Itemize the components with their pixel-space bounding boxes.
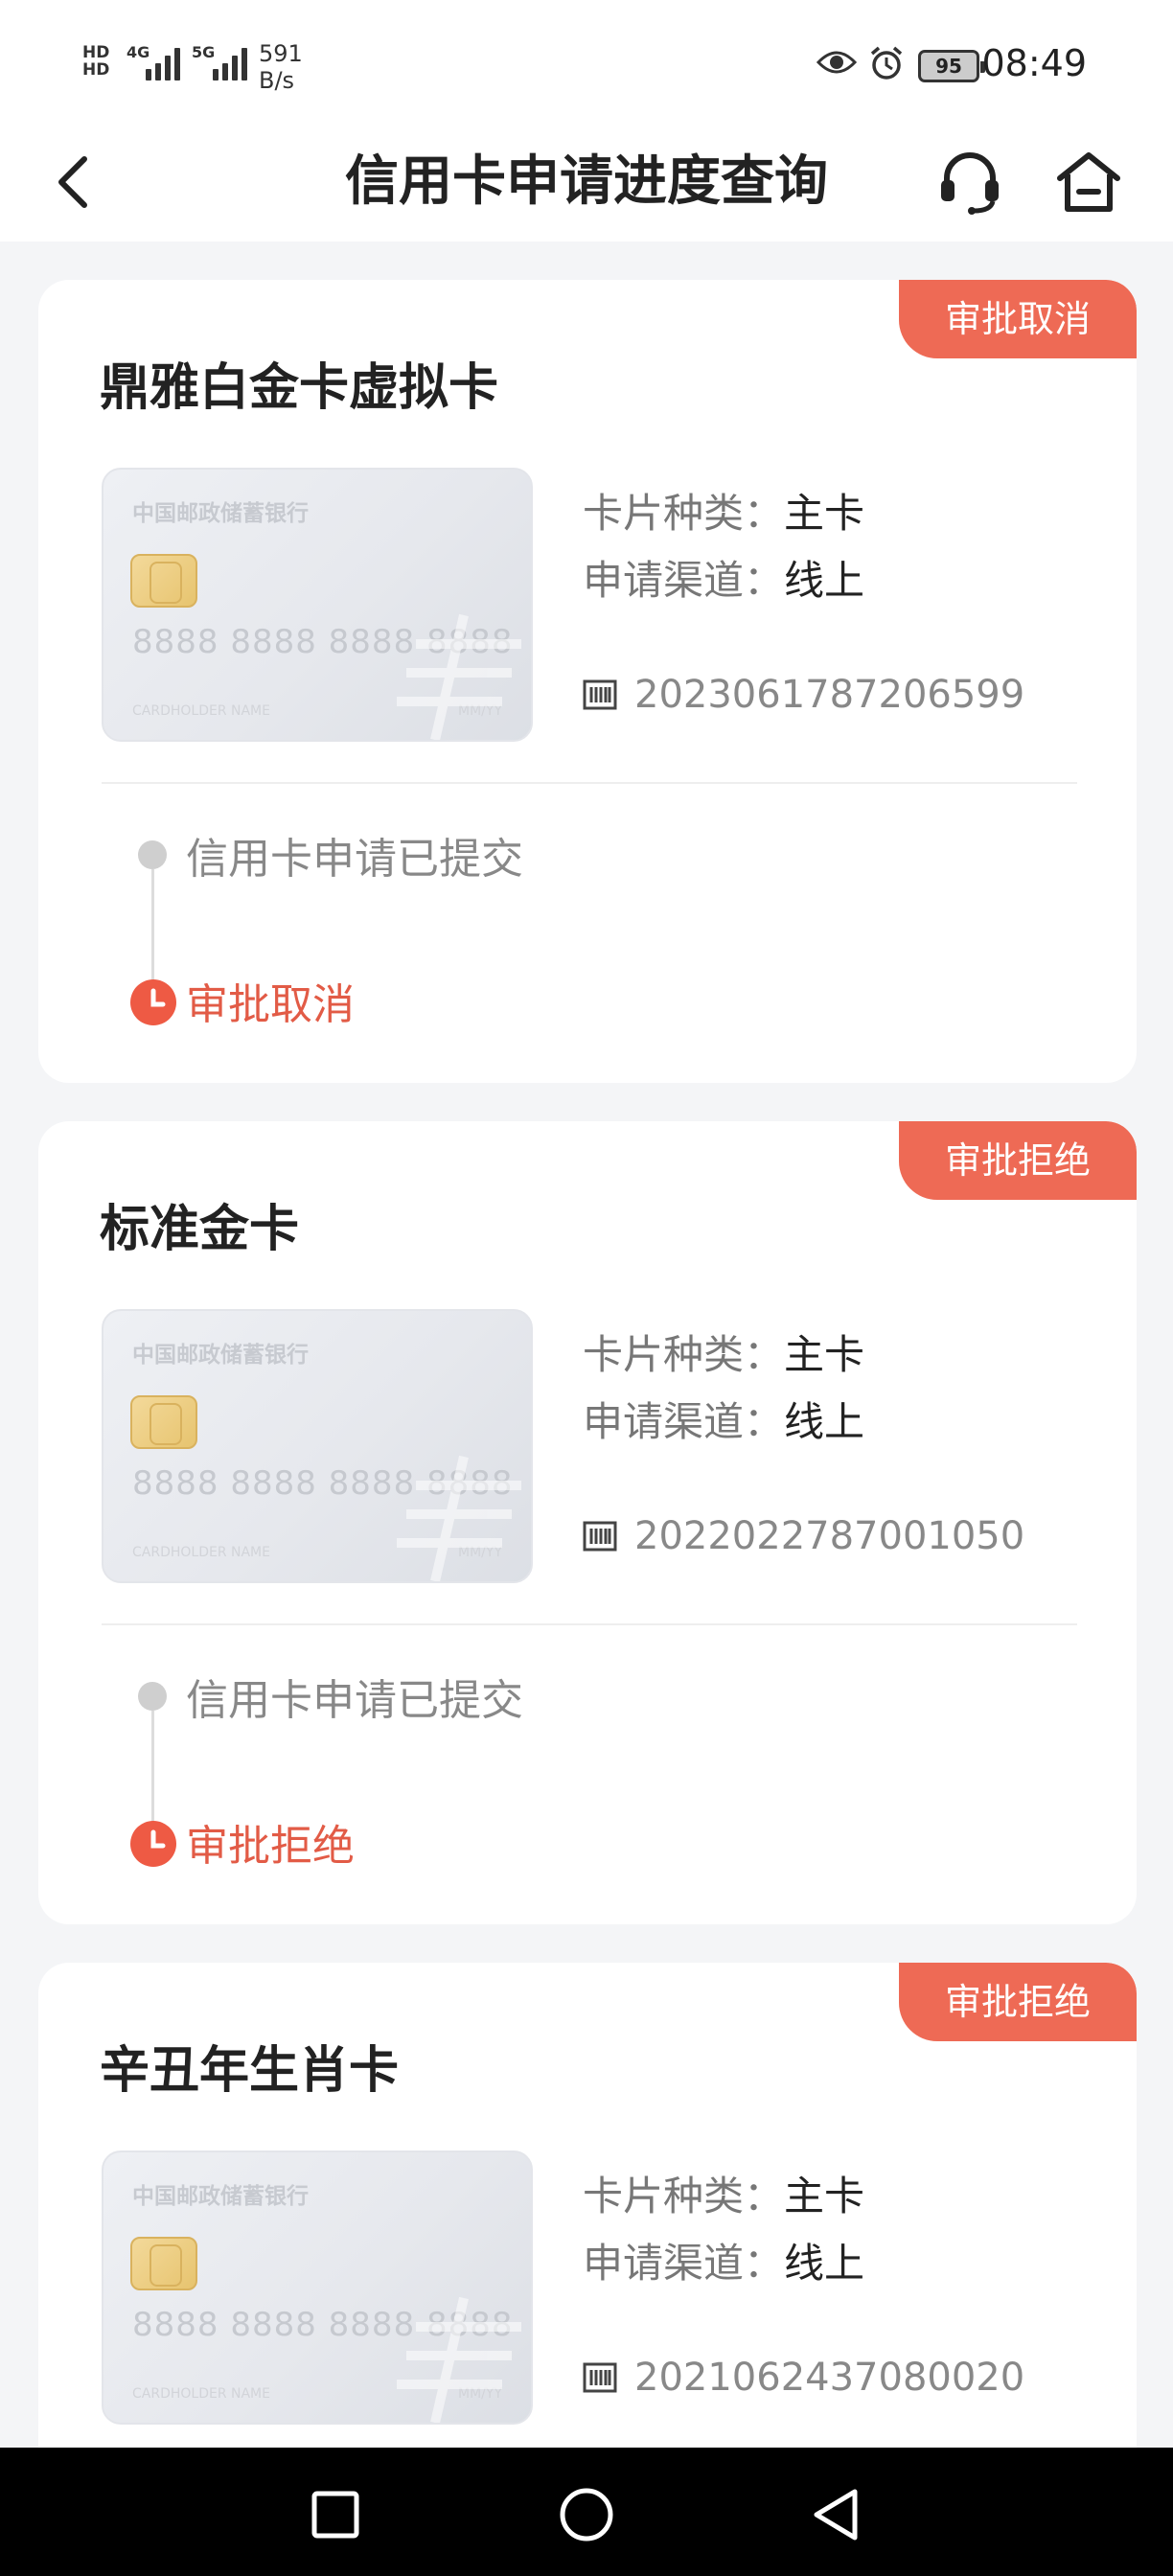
card-product-name: 鼎雅白金卡虚拟卡: [100, 359, 499, 417]
signal-5g-icon: [213, 46, 247, 80]
battery-icon: 95: [918, 50, 985, 82]
timeline-step-submitted: 信用卡申请已提交: [186, 835, 523, 884]
channel-label: 申请渠道：: [583, 2240, 785, 2287]
card-image-holder: CARDHOLDER NAME: [132, 1545, 270, 1560]
application-number-row: 2023061787206599: [583, 673, 1024, 717]
channel-row: 申请渠道：线上: [583, 548, 864, 607]
application-number: 2023061787206599: [634, 673, 1025, 717]
barcode-icon: [583, 2362, 617, 2393]
network-5g-label: 5G: [192, 43, 216, 61]
circle-icon: [560, 2488, 613, 2542]
timeline-line: [151, 1711, 154, 1826]
network-speed: 591 B/s: [259, 40, 303, 94]
card-image: 中国邮政储蓄银行 8888 8888 8888 8888 CARDHOLDER …: [102, 2150, 533, 2425]
signal-4g-icon: [146, 46, 180, 80]
card-image-bank-name: 中国邮政储蓄银行: [132, 501, 309, 526]
application-number-row: 2021062437080020: [583, 2356, 1024, 2400]
divider: [102, 1623, 1077, 1625]
status-badge: 审批拒绝: [899, 1963, 1137, 2041]
customer-service-button[interactable]: [932, 144, 1008, 220]
clock-icon: [130, 979, 176, 1025]
triangle-back-icon: [814, 2489, 858, 2541]
bank-logo-watermark-icon: [397, 1455, 521, 1581]
chip-icon: [130, 1395, 197, 1449]
card-type-row: 卡片种类：主卡: [583, 1322, 864, 1381]
square-icon: [311, 2491, 359, 2539]
status-badge: 审批取消: [899, 280, 1137, 358]
screen: HD HD 4G 5G 591 B/s 95 08:49 信用卡申请进度查询 审…: [0, 0, 1173, 2576]
card-product-name: 辛丑年生肖卡: [100, 2042, 400, 2100]
card-type-label: 卡片种类：: [583, 490, 785, 537]
back-nav-button[interactable]: [797, 2476, 874, 2553]
channel-label: 申请渠道：: [583, 1398, 785, 1445]
alarm-icon: [868, 46, 905, 84]
card-type-row: 卡片种类：主卡: [583, 2164, 864, 2222]
home-button[interactable]: [1050, 144, 1127, 220]
hd-indicator: HD HD: [82, 43, 110, 80]
channel-value: 线上: [784, 2240, 865, 2287]
channel-label: 申请渠道：: [583, 557, 785, 604]
card-type-value: 主卡: [784, 1331, 865, 1378]
card-type-value: 主卡: [784, 2173, 865, 2220]
timeline-line: [151, 869, 154, 984]
clock-icon: [130, 1821, 176, 1867]
card-image-holder: CARDHOLDER NAME: [132, 2386, 270, 2402]
status-badge: 审批拒绝: [899, 1121, 1137, 1200]
timeline-step-submitted: 信用卡申请已提交: [186, 1676, 523, 1725]
timeline-step-result: 审批取消: [186, 980, 355, 1029]
home-nav-button[interactable]: [548, 2476, 625, 2553]
card-image: 中国邮政储蓄银行 8888 8888 8888 8888 CARDHOLDER …: [102, 468, 533, 742]
bank-logo-watermark-icon: [397, 613, 521, 740]
application-card[interactable]: 审批取消 鼎雅白金卡虚拟卡 中国邮政储蓄银行 8888 8888 8888 88…: [38, 280, 1137, 1083]
barcode-icon: [583, 1521, 617, 1552]
channel-row: 申请渠道：线上: [583, 1390, 864, 1448]
card-product-name: 标准金卡: [100, 1201, 300, 1258]
status-bar: HD HD 4G 5G 591 B/s 95 08:49: [0, 0, 1173, 134]
eye-icon: [816, 48, 858, 80]
card-image: 中国邮政储蓄银行 8888 8888 8888 8888 CARDHOLDER …: [102, 1309, 533, 1583]
card-image-bank-name: 中国邮政储蓄银行: [132, 1343, 309, 1368]
card-image-holder: CARDHOLDER NAME: [132, 703, 270, 719]
home-icon: [1057, 152, 1120, 212]
application-number-row: 2022022787001050: [583, 1514, 1024, 1558]
channel-value: 线上: [784, 557, 865, 604]
application-number: 2022022787001050: [634, 1514, 1025, 1558]
divider: [102, 782, 1077, 784]
chip-icon: [130, 554, 197, 608]
clock-time: 08:49: [981, 42, 1087, 84]
card-type-label: 卡片种类：: [583, 2173, 785, 2220]
recents-button[interactable]: [297, 2476, 374, 2553]
card-image-bank-name: 中国邮政储蓄银行: [132, 2184, 309, 2209]
header: 信用卡申请进度查询: [0, 134, 1173, 242]
top-bar: HD HD 4G 5G 591 B/s 95 08:49 信用卡申请进度查询: [0, 0, 1173, 242]
channel-value: 线上: [784, 1398, 865, 1445]
card-type-value: 主卡: [784, 490, 865, 537]
channel-row: 申请渠道：线上: [583, 2231, 864, 2289]
system-nav-bar: [0, 2448, 1173, 2576]
chip-icon: [130, 2237, 197, 2290]
application-number: 2021062437080020: [634, 2356, 1025, 2400]
bank-logo-watermark-icon: [397, 2296, 521, 2423]
timeline-dot-icon: [138, 1682, 167, 1711]
card-type-label: 卡片种类：: [583, 1331, 785, 1378]
card-type-row: 卡片种类：主卡: [583, 481, 864, 540]
timeline-step-result: 审批拒绝: [186, 1822, 355, 1871]
headset-icon: [941, 152, 999, 215]
battery-level: 95: [935, 55, 962, 78]
application-card[interactable]: 审批拒绝 标准金卡 中国邮政储蓄银行 8888 8888 8888 8888 C…: [38, 1121, 1137, 1924]
timeline-dot-icon: [138, 840, 167, 869]
barcode-icon: [583, 679, 617, 710]
